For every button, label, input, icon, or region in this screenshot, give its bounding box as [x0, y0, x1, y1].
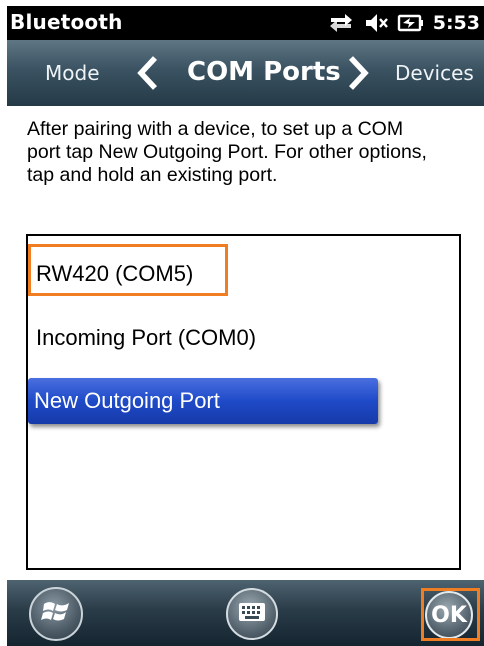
com-port-list[interactable]: RW420 (COM5) Incoming Port (COM0) New Ou…	[26, 234, 461, 570]
bottom-toolbar: OK	[7, 580, 484, 646]
battery-charging-icon[interactable]	[397, 11, 425, 35]
nav-next-devices[interactable]: Devices	[395, 61, 474, 85]
keyboard-button[interactable]	[226, 588, 278, 640]
page-title: COM Ports	[187, 57, 341, 87]
windows-start-icon	[41, 597, 71, 631]
chevron-left-icon[interactable]	[135, 54, 161, 96]
nav-prev-mode[interactable]: Mode	[45, 61, 100, 85]
status-icons: 5:53	[327, 6, 484, 40]
pivot-header: Mode COM Ports Devices	[7, 40, 484, 106]
speaker-muted-icon[interactable]	[363, 11, 389, 35]
port-item-rw420[interactable]: RW420 (COM5)	[36, 261, 193, 287]
status-time: 5:53	[432, 12, 480, 34]
keyboard-icon	[238, 601, 266, 627]
instructions-text: After pairing with a device, to set up a…	[27, 118, 427, 186]
ok-button[interactable]: OK	[425, 591, 473, 639]
network-sync-icon[interactable]	[327, 11, 355, 35]
start-button[interactable]	[29, 587, 83, 641]
chevron-right-icon[interactable]	[345, 54, 371, 96]
port-item-new-outgoing[interactable]: New Outgoing Port	[28, 378, 378, 424]
title-bar: Bluetooth 5:53	[7, 6, 484, 40]
port-item-incoming[interactable]: Incoming Port (COM0)	[36, 325, 256, 351]
app-title: Bluetooth	[10, 10, 123, 34]
